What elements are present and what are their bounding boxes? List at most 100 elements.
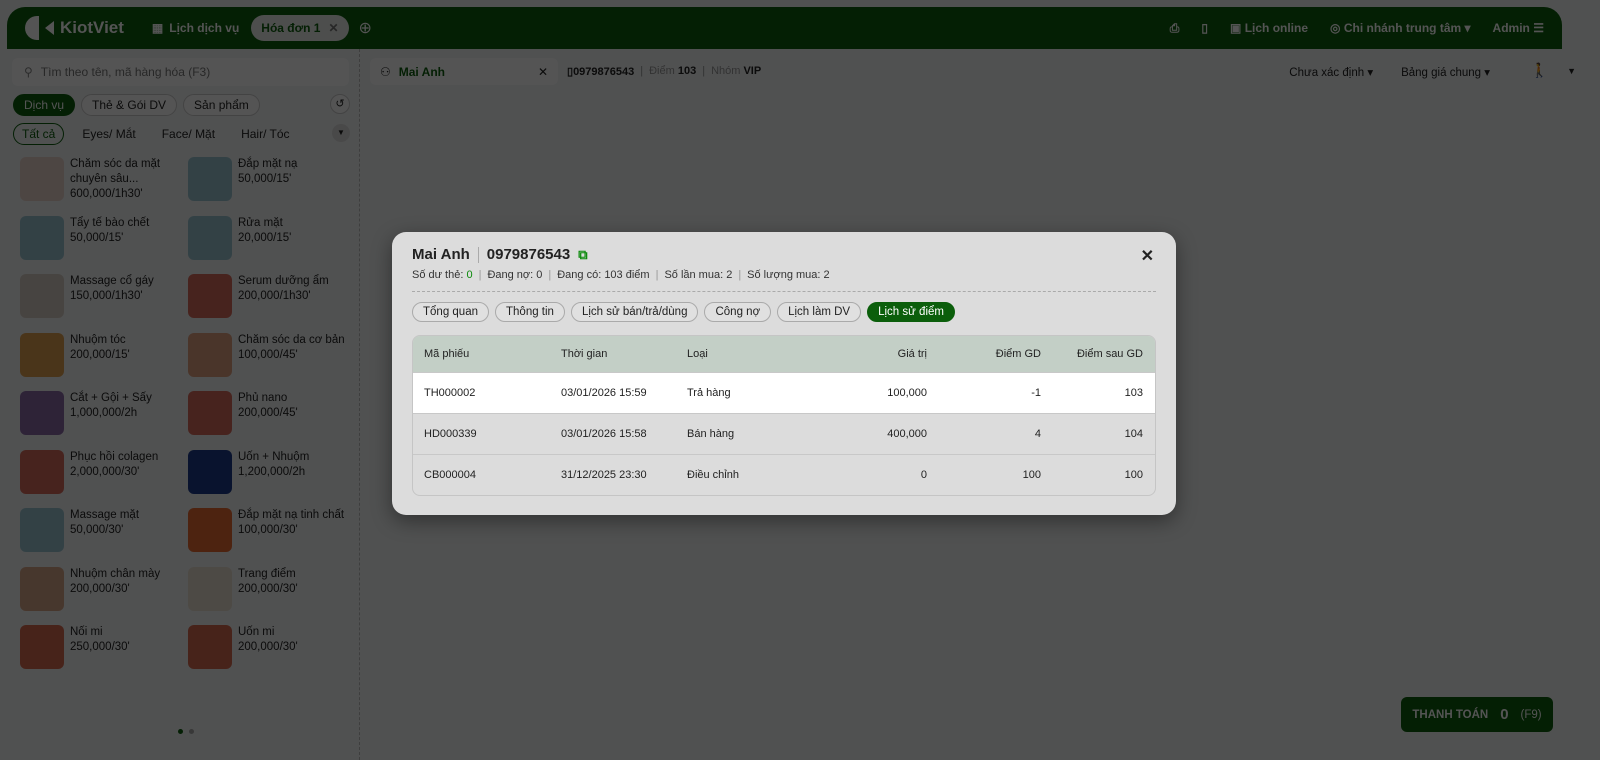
modal-tab[interactable]: Thông tin [495, 302, 565, 322]
product-item[interactable]: Trang điểm 200,000/30' [188, 566, 356, 611]
product-item[interactable]: Chăm sóc da mặt chuyên sâu... 600,000/1h3… [20, 157, 188, 201]
top-bar: KiotViet ▦ Lịch dịch vụ Hóa đơn 1 ✕ ⊕ ⎙ ▯ … [7, 7, 1562, 49]
product-price: 150,000/1h30' [70, 290, 143, 302]
column-header: Điểm sau GD [1076, 348, 1143, 360]
product-item[interactable]: Rửa mặt 20,000/15' [188, 215, 356, 260]
product-item[interactable]: Uốn mi 200,000/30' [188, 625, 356, 669]
chevron-down-icon[interactable]: ▼ [1567, 66, 1576, 76]
product-item[interactable]: Tẩy tế bào chết 50,000/15' [20, 215, 188, 260]
document-icon[interactable]: ▯ [1201, 21, 1208, 35]
product-image [20, 566, 64, 611]
search-input[interactable] [40, 62, 331, 82]
product-item[interactable]: Massage mặt 50,000/30' [20, 508, 188, 552]
product-price: 600,000/1h30' [70, 188, 143, 200]
product-item[interactable]: Phủ nano 200,000/45' [188, 391, 356, 435]
user-menu[interactable]: Admin ☰ [1493, 21, 1544, 35]
status-select[interactable]: Chưa xác định ▾ [1289, 65, 1373, 79]
table-row[interactable]: CB000004 31/12/2025 23:30 Điều chỉnh 0 100 10… [413, 454, 1155, 495]
customer-field[interactable]: ⚇ Mai Anh ✕ [370, 58, 558, 85]
product-image [20, 625, 64, 669]
product-item[interactable]: Đắp mặt nạ tinh chất 100,000/30' [188, 508, 356, 552]
pricebook-select[interactable]: Bảng giá chung ▾ [1401, 65, 1490, 79]
invoice-tab[interactable]: Hóa đơn 1 ✕ [251, 15, 349, 41]
product-name: Nối mi [70, 626, 103, 638]
product-item[interactable]: Serum dưỡng ẩm 200,000/1h30' [188, 274, 356, 318]
product-name: Nhuộm chân mày [70, 567, 161, 580]
product-item[interactable]: Nhuộm chân mày 200,000/30' [20, 566, 188, 611]
group-products[interactable]: Sản phẩm [183, 94, 260, 116]
history-icon[interactable]: ↺ [330, 94, 350, 114]
product-item[interactable]: Cắt + Gội + Sấy 1,000,000/2h [20, 391, 188, 435]
product-name: Serum dưỡng ẩm [238, 275, 329, 287]
product-item[interactable]: Phục hồi colagen 2,000,000/30' [20, 449, 188, 494]
product-image [188, 215, 232, 260]
category-hair[interactable]: Hair/ Tóc [233, 124, 297, 144]
schedule-link[interactable]: ▦ Lịch dịch vụ [152, 21, 239, 35]
product-item[interactable]: Uốn + Nhuộm 1,200,000/2h [188, 449, 356, 494]
table-cell: 100 [1124, 469, 1143, 481]
table-cell: -1 [1031, 387, 1041, 399]
pagination[interactable] [178, 729, 194, 734]
modal-tab[interactable]: Công nợ [704, 302, 772, 322]
product-name: Chăm sóc da cơ bản [238, 333, 345, 346]
printer-icon[interactable]: ⎙ [1170, 21, 1180, 36]
close-icon[interactable]: ✕ [328, 21, 338, 35]
product-image [188, 157, 232, 201]
product-price: 200,000/30' [70, 582, 130, 595]
product-name: Uốn mi [238, 626, 275, 638]
close-icon[interactable]: ✕ [1141, 246, 1154, 266]
modal-tab[interactable]: Lịch sử bán/trả/dùng [570, 302, 699, 322]
column-header: Điểm GD [995, 348, 1041, 360]
modal-tab[interactable]: Lịch làm DV [777, 302, 862, 322]
table-cell: CB000004 [424, 469, 476, 481]
product-name: Phục hồi colagen [70, 450, 159, 463]
online-schedule-link[interactable]: ▣ Lịch online [1230, 21, 1308, 35]
group-services[interactable]: Dịch vụ [13, 94, 76, 116]
chevron-down-icon[interactable]: ▼ [332, 124, 350, 142]
group-cards[interactable]: Thẻ & Gói DV [81, 94, 178, 116]
clear-customer-icon[interactable]: ✕ [538, 65, 548, 79]
customer-info: ▯0979876543 | Điểm 103 | Nhóm VIP [567, 65, 762, 78]
add-tab-icon[interactable]: ⊕ [359, 18, 372, 38]
copy-icon[interactable]: ⧉ [578, 247, 587, 263]
walk-icon[interactable]: 🚶 [1531, 62, 1548, 79]
product-price: 200,000/1h30' [238, 290, 311, 302]
product-item[interactable]: Nối mi 250,000/30' [20, 625, 188, 669]
product-image [20, 332, 64, 377]
product-item[interactable]: Đắp mặt nạ 50,000/15' [188, 157, 356, 201]
table-row[interactable]: TH000002 03/01/2026 15:59 Trả hàng 100,000 -… [413, 372, 1155, 413]
product-grid: Chăm sóc da mặt chuyên sâu... 600,000/1h3… [20, 157, 356, 669]
category-eyes[interactable]: Eyes/ Mắt [74, 124, 143, 144]
table-cell: 0 [920, 469, 927, 481]
product-price: 50,000/15' [70, 231, 124, 244]
column-header: Giá trị [897, 348, 927, 360]
modal-tab[interactable]: Lịch sử điểm [867, 302, 955, 322]
column-header: Loại [687, 348, 708, 360]
product-name: Đắp mặt nạ tinh chất [238, 509, 345, 521]
product-price: 200,000/30' [238, 582, 298, 595]
customer-stats: Số dư thẻ: 0 | Đang nợ: 0 | Đang có: 103 đ… [412, 269, 1156, 292]
category-face[interactable]: Face/ Mặt [154, 124, 223, 144]
pay-button[interactable]: THANH TOÁN 0 (F9) [1401, 697, 1553, 732]
modal-tab[interactable]: Tổng quan [412, 302, 489, 322]
category-all[interactable]: Tất cả [13, 123, 65, 145]
product-price: 50,000/15' [238, 173, 292, 185]
product-image [20, 391, 64, 435]
product-image [20, 215, 64, 260]
product-image [20, 157, 64, 201]
table-cell: 03/01/2026 15:58 [561, 428, 647, 440]
schedule-label: Lịch dịch vụ [169, 21, 240, 35]
table-row[interactable]: HD000339 03/01/2026 15:58 Bán hàng 400,000 4… [413, 413, 1155, 454]
table-cell: Trả hàng [687, 387, 731, 399]
product-item[interactable]: Chăm sóc da cơ bản 100,000/45' [188, 332, 356, 377]
search-box[interactable]: ⚲ [12, 58, 349, 86]
product-panel: ⚲ Dịch vụ Thẻ & Gói DV Sản phẩm ↺ Tất cả… [0, 49, 360, 760]
product-item[interactable]: Massage cổ gáy 150,000/1h30' [20, 274, 188, 318]
column-header: Thời gian [561, 348, 608, 360]
column-header: Mã phiếu [424, 348, 470, 360]
branch-select[interactable]: ◎ Chi nhánh trung tâm ▾ [1330, 21, 1471, 35]
product-name: Đắp mặt nạ [238, 158, 298, 170]
product-item[interactable]: Nhuộm tóc 200,000/15' [20, 332, 188, 377]
table-cell: 4 [1034, 428, 1041, 440]
invoice-tab-label: Hóa đơn 1 [261, 21, 321, 35]
